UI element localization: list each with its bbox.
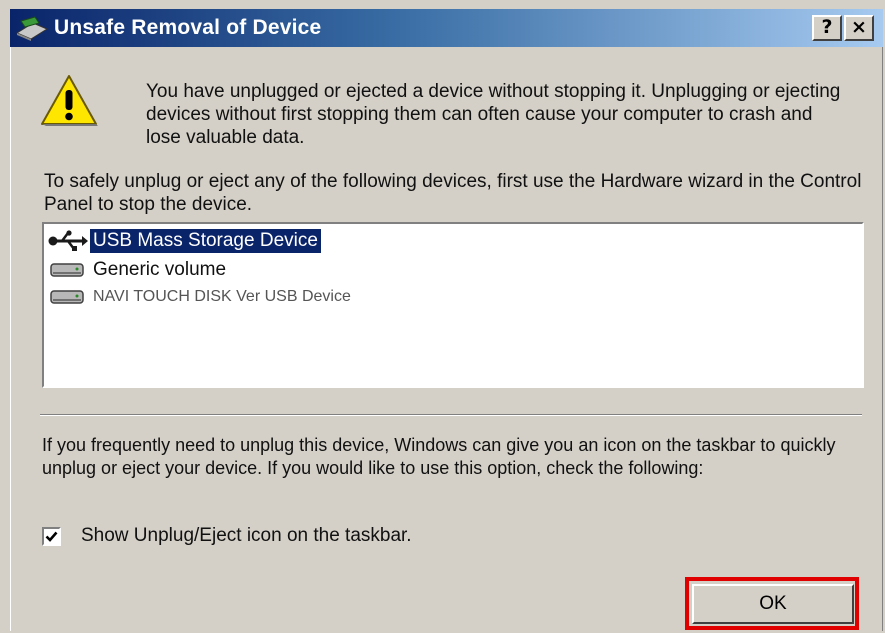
window-title: Unsafe Removal of Device <box>54 16 322 39</box>
list-item[interactable]: Generic volume <box>48 257 229 283</box>
separator <box>40 414 862 416</box>
info-text: If you frequently need to unplug this de… <box>42 435 836 478</box>
checkmark-icon <box>45 531 58 542</box>
device-list[interactable]: USB Mass Storage Device Generic volume N… <box>42 222 864 388</box>
device-label: Generic volume <box>93 259 227 280</box>
list-item[interactable]: USB Mass Storage Device <box>48 228 321 254</box>
title-bar[interactable]: Unsafe Removal of Device ? × <box>10 9 883 47</box>
drive-icon <box>48 285 90 309</box>
usb-icon <box>48 229 90 253</box>
warning-message: You have unplugged or ejected a device w… <box>146 81 841 148</box>
list-item[interactable]: NAVI TOUCH DISK Ver USB Device <box>48 284 354 310</box>
show-icon-option[interactable]: Show Unplug/Eject icon on the taskbar. <box>42 525 412 547</box>
instruction-text: To safely unplug or eject any of the fol… <box>44 171 862 215</box>
drive-icon <box>48 258 90 282</box>
ok-button[interactable]: OK <box>692 584 854 624</box>
device-label: USB Mass Storage Device <box>90 229 321 253</box>
help-button[interactable]: ? <box>812 15 842 41</box>
eject-icon <box>10 9 54 47</box>
show-icon-checkbox[interactable] <box>42 526 61 546</box>
close-button[interactable]: × <box>844 15 874 41</box>
device-label: NAVI TOUCH DISK Ver USB Device <box>93 288 351 305</box>
warning-icon <box>38 72 100 130</box>
checkbox-label: Show Unplug/Eject icon on the taskbar. <box>81 525 412 546</box>
